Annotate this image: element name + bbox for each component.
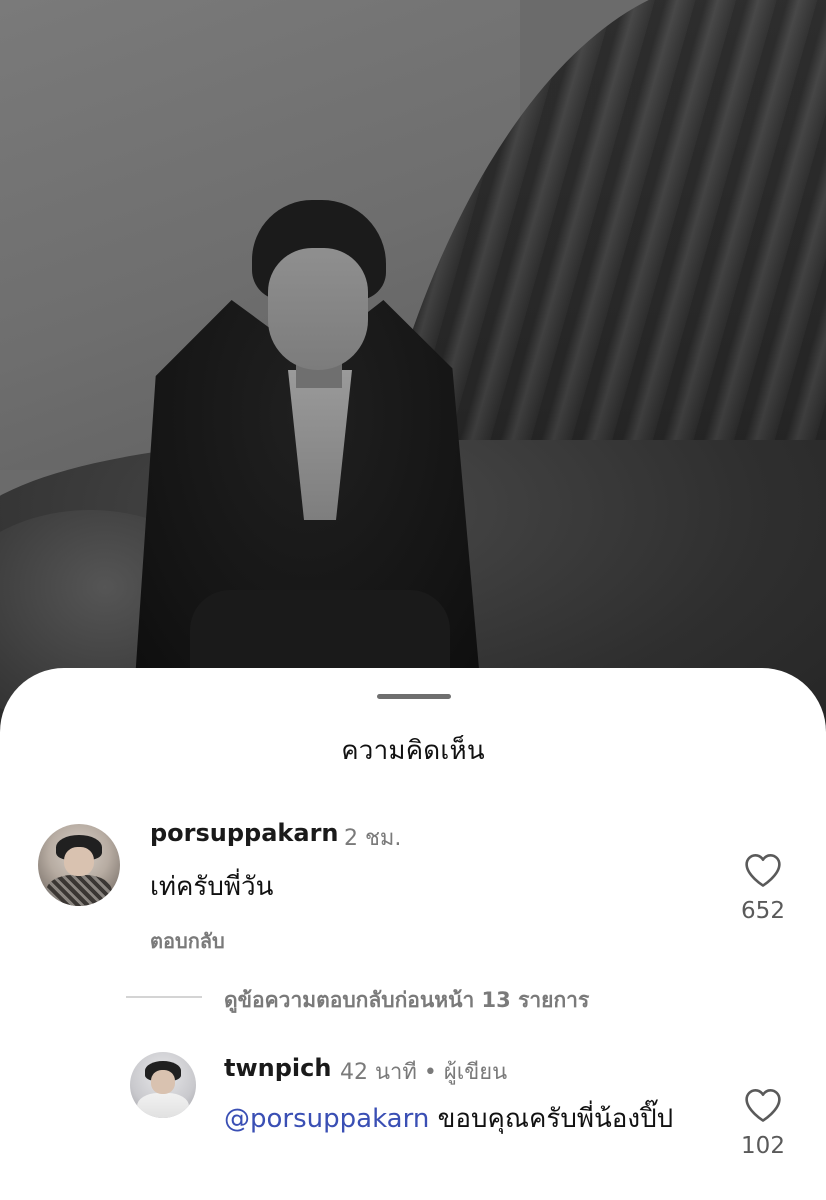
sheet-title: ความคิดเห็น: [341, 736, 485, 766]
avatar[interactable]: [130, 1052, 196, 1118]
comment-username[interactable]: porsuppakarn: [150, 819, 339, 847]
avatar-body: [136, 1092, 190, 1118]
like-button[interactable]: 652: [723, 852, 803, 924]
heart-outline-icon: [745, 853, 781, 887]
reply-button[interactable]: ตอบกลับ: [150, 925, 225, 957]
post-photo: [0, 0, 826, 760]
like-count: 652: [741, 898, 785, 924]
avatar[interactable]: [38, 824, 120, 906]
avatar-face: [151, 1070, 175, 1095]
comment-time: 2 ชม.: [344, 826, 402, 851]
comment-body: ขอบคุณครับพี่น้องปิ๊ป: [429, 1104, 674, 1134]
view-previous-replies-button[interactable]: ดูข้อความตอบกลับก่อนหน้า 13 รายการ: [224, 984, 589, 1017]
comment-username[interactable]: twnpich: [224, 1054, 331, 1082]
heart-outline-icon: [745, 1088, 781, 1122]
sheet-drag-handle[interactable]: [377, 694, 451, 699]
like-count: 102: [741, 1133, 785, 1159]
comment-text: เท่ครับพี่วัน: [150, 872, 274, 902]
comment-meta: 42 นาที • ผู้เขียน: [340, 1060, 508, 1085]
photo-person-legs: [190, 590, 450, 680]
comment-text: @porsuppakarn ขอบคุณครับพี่น้องปิ๊ป: [224, 1098, 684, 1140]
mention-link[interactable]: @porsuppakarn: [224, 1104, 429, 1134]
avatar-face: [64, 846, 94, 877]
photo-person-face: [268, 248, 368, 370]
avatar-body: [46, 874, 112, 906]
like-button[interactable]: 102: [723, 1087, 803, 1159]
thread-divider: [126, 996, 202, 998]
